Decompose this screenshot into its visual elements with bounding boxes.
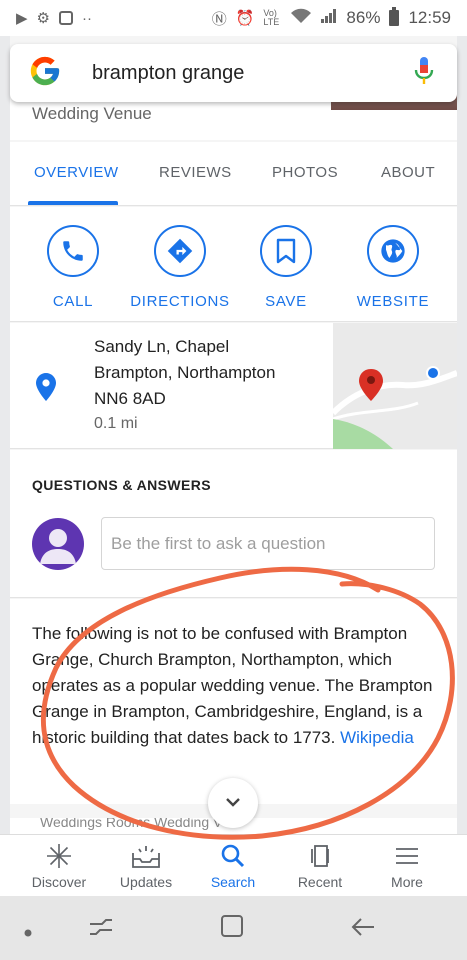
address-line-2: Brampton, Northampton — [94, 363, 276, 382]
search-query[interactable]: brampton grange — [92, 62, 413, 85]
directions-icon — [154, 225, 206, 277]
call-button[interactable]: CALL — [18, 225, 128, 310]
recents-button-icon[interactable] — [88, 916, 114, 943]
search-icon — [221, 844, 245, 868]
menu-icon — [396, 848, 418, 864]
battery-percent: 86% — [346, 8, 381, 27]
battery-icon — [389, 7, 400, 26]
more-notifications-icon: ·· — [82, 9, 92, 27]
recent-cards-icon — [311, 845, 329, 867]
avatar — [32, 518, 84, 570]
address-line-3: NN6 8AD — [94, 389, 166, 408]
save-button[interactable]: SAVE — [231, 225, 341, 310]
active-tab-indicator — [28, 201, 118, 205]
nav-discover-label: Discover — [31, 874, 87, 890]
globe-icon — [367, 225, 419, 277]
play-store-icon: ▶ — [16, 10, 28, 27]
volte-icon: Vo) LTE — [263, 8, 280, 27]
description-card: The following is not to be confused with… — [10, 599, 457, 804]
save-label: SAVE — [265, 293, 307, 310]
nav-updates[interactable]: Updates — [101, 843, 191, 890]
next-section-text: Weddings Rooms Wedding V — [40, 818, 223, 830]
status-left-icons: ▶ ⚙ ·· — [16, 9, 92, 28]
website-button[interactable]: WEBSITE — [338, 225, 448, 310]
qa-title: QUESTIONS & ANSWERS — [32, 477, 211, 493]
nav-search[interactable]: Search — [188, 843, 278, 890]
status-right-icons: Ⓝ ⏰ Vo) LTE 86% 12:59 — [211, 7, 451, 29]
microphone-icon[interactable] — [413, 56, 457, 91]
address-card[interactable]: Sandy Ln, Chapel Brampton, Northampton N… — [10, 323, 457, 449]
qa-card: QUESTIONS & ANSWERS — [10, 450, 457, 598]
photos-icon: ⚙ — [36, 10, 50, 27]
nav-updates-label: Updates — [119, 874, 173, 890]
nav-recent-label: Recent — [297, 874, 343, 890]
back-button-icon[interactable] — [350, 916, 376, 943]
call-label: CALL — [52, 293, 94, 310]
nav-discover[interactable]: Discover — [14, 843, 104, 890]
directions-label: DIRECTIONS — [130, 293, 230, 310]
expand-button[interactable] — [208, 778, 258, 828]
updates-tray-icon — [132, 846, 160, 868]
quick-actions: CALL DIRECTIONS SAVE WEBSITE — [10, 207, 457, 322]
place-type: Wedding Venue — [32, 104, 152, 123]
description-paragraph: The following is not to be confused with… — [32, 621, 436, 751]
tab-about[interactable]: ABOUT — [381, 164, 435, 181]
search-bar[interactable]: brampton grange — [10, 44, 457, 102]
bookmark-icon — [260, 225, 312, 277]
nav-search-label: Search — [210, 874, 256, 890]
mini-map[interactable] — [333, 323, 457, 449]
chevron-down-icon — [225, 794, 241, 812]
wifi-icon — [290, 8, 312, 28]
clock: 12:59 — [408, 8, 451, 27]
home-button-icon[interactable] — [220, 914, 244, 943]
nfc-icon: Ⓝ — [211, 10, 227, 28]
location-pin-icon — [36, 373, 56, 406]
bottom-navigation: Discover Updates Search Recent More — [0, 834, 467, 896]
status-bar: ▶ ⚙ ·· Ⓝ ⏰ Vo) LTE 86% 12:59 — [0, 0, 467, 36]
wikipedia-link[interactable]: Wikipedia — [340, 728, 414, 747]
google-logo-icon — [10, 54, 62, 93]
address-line-1: Sandy Ln, Chapel — [94, 337, 230, 356]
results-panel: Wedding Venue OVERVIEW REVIEWS PHOTOS AB… — [10, 36, 457, 834]
system-navigation-bar — [0, 896, 467, 960]
directions-button[interactable]: DIRECTIONS — [125, 225, 235, 310]
asterisk-icon — [47, 844, 71, 868]
facebook-icon — [59, 11, 73, 25]
distance-label: 0.1 mi — [94, 415, 138, 432]
tab-photos[interactable]: PHOTOS — [272, 164, 338, 181]
signal-icon — [321, 9, 337, 27]
website-label: WEBSITE — [356, 293, 430, 310]
nav-more[interactable]: More — [362, 843, 452, 890]
ask-question-input[interactable] — [101, 517, 435, 570]
phone-icon — [47, 225, 99, 277]
place-tabs: OVERVIEW REVIEWS PHOTOS ABOUT — [10, 142, 457, 206]
tab-reviews[interactable]: REVIEWS — [159, 164, 232, 181]
nav-more-label: More — [391, 874, 423, 890]
nav-recent[interactable]: Recent — [275, 843, 365, 890]
tab-overview[interactable]: OVERVIEW — [34, 164, 119, 181]
alarm-icon: ⏰ — [235, 10, 255, 27]
assistant-dot-icon[interactable] — [24, 924, 32, 942]
